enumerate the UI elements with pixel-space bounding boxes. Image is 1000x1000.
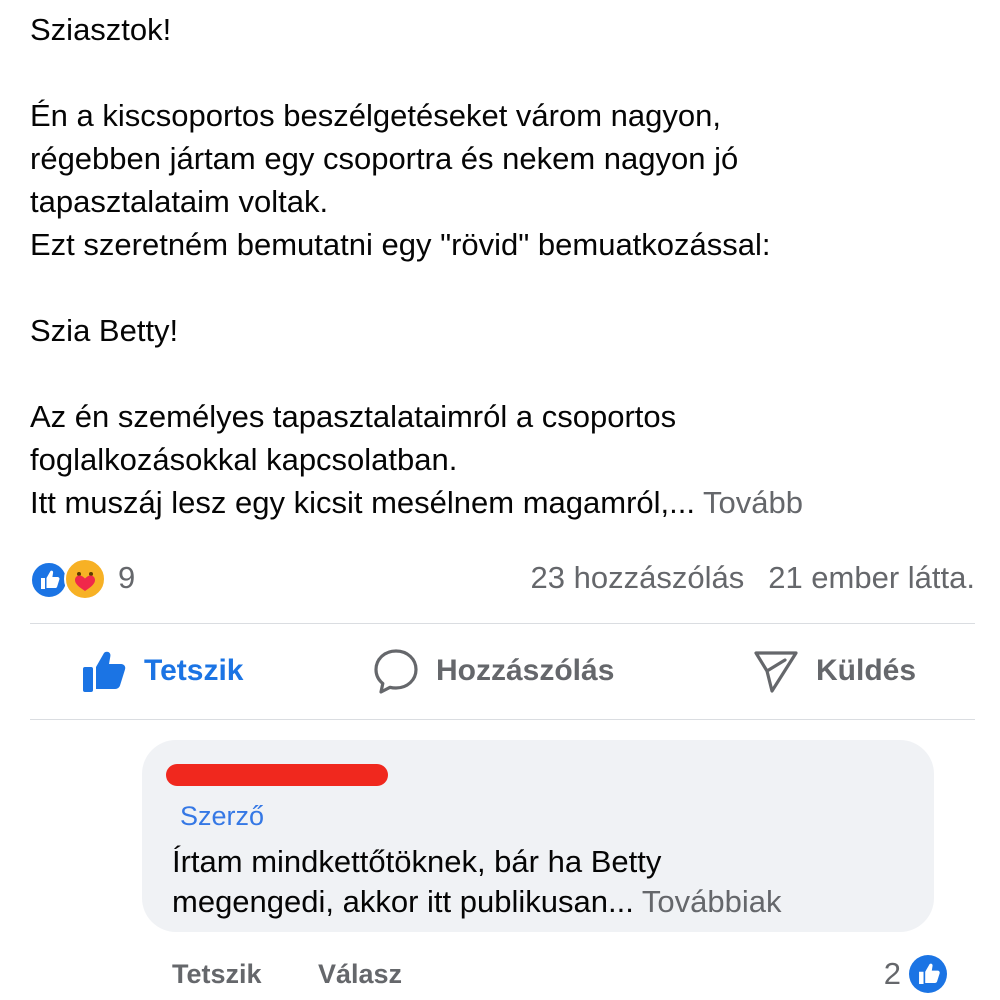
like-icon	[909, 955, 947, 993]
view-count: 21 ember látta.	[768, 560, 975, 595]
post-stats: 23 hozzászólás 21 ember látta.	[531, 556, 975, 600]
comment-line: Írtam mindkettőtöknek, bár ha Betty	[172, 844, 662, 879]
comment-line-last: megengedi, akkor itt publikusan... Továb…	[172, 882, 922, 922]
divider	[30, 623, 975, 624]
post-line: Ezt szeretném bemutatni egy "rövid" bemu…	[30, 227, 771, 262]
reaction-icons[interactable]	[30, 558, 110, 600]
see-more-link[interactable]: Tovább	[703, 485, 803, 520]
post-line	[30, 51, 980, 94]
post-line: Én a kiscsoportos beszélgetéseket várom …	[30, 98, 721, 133]
send-icon	[754, 651, 798, 693]
comment-label: Hozzászólás	[436, 654, 615, 687]
post-line	[30, 352, 980, 395]
reactions-summary: 9 23 hozzászólás 21 ember látta.	[30, 556, 975, 600]
post-line: Szia Betty!	[30, 313, 179, 348]
comment-like-button[interactable]: Tetszik	[172, 952, 262, 996]
send-button[interactable]: Küldés	[752, 626, 916, 716]
like-button[interactable]: Tetszik	[80, 626, 243, 716]
divider	[30, 719, 975, 720]
comment-reply-button[interactable]: Válasz	[318, 952, 402, 996]
post-line-last: Itt muszáj lesz egy kicsit mesélnem maga…	[30, 481, 980, 524]
author-badge: Szerző	[180, 801, 265, 831]
thumbs-up-icon	[83, 651, 126, 692]
like-label: Tetszik	[144, 654, 244, 687]
post-line: Sziasztok!	[30, 12, 172, 47]
post-line	[30, 266, 980, 309]
post-action-bar: Tetszik Hozzászólás Küldés	[30, 626, 975, 716]
post-text: Sziasztok! Én a kiscsoportos beszélgetés…	[30, 8, 980, 524]
comment-actions: Tetszik Válasz 2	[172, 952, 947, 996]
care-icon	[64, 558, 106, 600]
post-line: foglalkozásokkal kapcsolatban.	[30, 442, 458, 477]
comment-button[interactable]: Hozzászólás	[372, 626, 614, 716]
comment-reaction-count: 2	[883, 956, 901, 991]
send-label: Küldés	[816, 654, 917, 687]
post-line: Az én személyes tapasztalataimról a csop…	[30, 399, 677, 434]
post-line: régebben jártam egy csoportra és nekem n…	[30, 141, 739, 176]
reaction-count[interactable]: 9	[118, 556, 135, 600]
post-line-text: Itt muszáj lesz egy kicsit mesélnem maga…	[30, 485, 695, 520]
comment-line-text: megengedi, akkor itt publikusan...	[172, 884, 634, 919]
comment-bubble[interactable]: Szerző Írtam mindkettőtöknek, bár ha Bet…	[142, 740, 934, 932]
comment-count-link[interactable]: 23 hozzászólás	[531, 560, 745, 595]
comment-see-more-link[interactable]: Továbbiak	[642, 884, 782, 919]
comment-reactions[interactable]: 2	[884, 954, 947, 994]
comment-text: Írtam mindkettőtöknek, bár ha Betty mege…	[172, 842, 922, 922]
comment-icon	[374, 649, 418, 694]
post-line: tapasztalataim voltak.	[30, 184, 329, 219]
redacted-author-name	[166, 764, 388, 786]
like-icon	[30, 561, 68, 599]
